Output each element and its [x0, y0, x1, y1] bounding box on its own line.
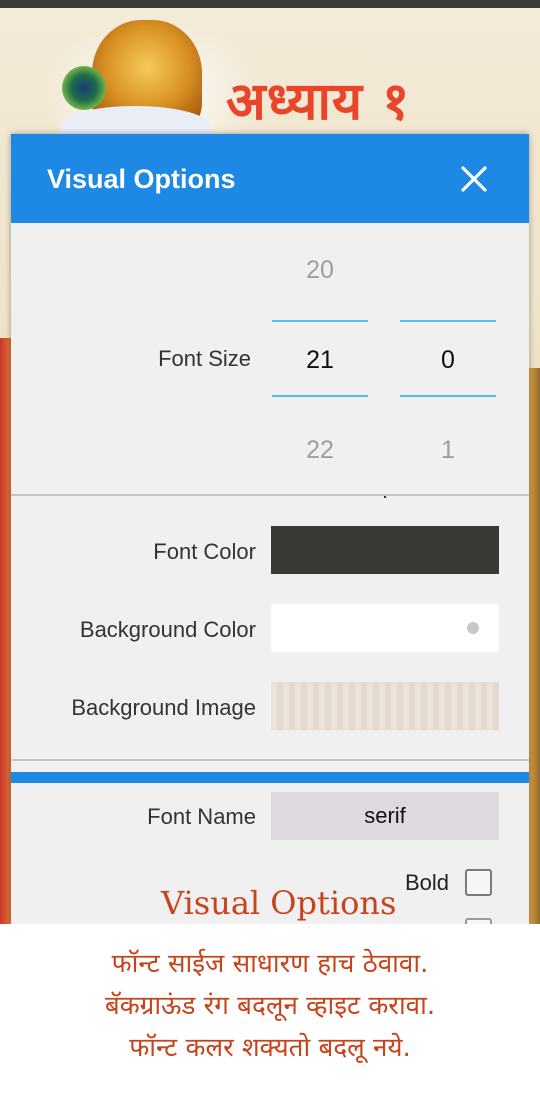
note-line: बॅकग्राऊंड रंग बदलून व्हाइट करावा.	[104, 991, 436, 1021]
background-image-swatch[interactable]	[271, 682, 499, 730]
close-button[interactable]	[457, 162, 491, 196]
bold-label: Bold	[405, 870, 450, 895]
overlay-caption: Visual Options	[161, 884, 397, 922]
background-edge-right	[529, 368, 540, 928]
status-bar	[0, 0, 540, 8]
font-color-swatch[interactable]	[271, 526, 499, 574]
color-indicator-dot	[467, 622, 479, 634]
font-size-integer-line-top	[272, 320, 368, 322]
font-size-label: Font Size	[158, 346, 251, 371]
font-size-fraction-line-top	[400, 320, 496, 322]
instruction-notes: फॉन्ट साईज साधारण हाच ठेवावा. बॅकग्राऊंड…	[0, 924, 540, 1107]
font-size-fraction-line-bottom	[400, 395, 496, 397]
font-size-integer-next[interactable]: 22	[272, 436, 368, 465]
background-image-label: Background Image	[71, 695, 256, 720]
section-divider	[11, 759, 529, 761]
font-size-fraction-next[interactable]: 1	[400, 436, 496, 465]
dialog-header: Visual Options	[11, 134, 529, 223]
peacock-feather-artwork	[62, 66, 106, 110]
font-color-label: Font Color	[153, 539, 256, 564]
note-line: फॉन्ट साईज साधारण हाच ठेवावा.	[111, 949, 429, 979]
accent-band	[11, 772, 529, 783]
dialog-title: Visual Options	[47, 164, 236, 194]
font-size-integer-line-bottom	[272, 395, 368, 397]
bold-checkbox[interactable]	[465, 869, 492, 896]
background-color-swatch[interactable]	[271, 604, 499, 652]
font-size-integer-picker[interactable]: 21	[272, 346, 368, 375]
section-divider	[11, 494, 529, 496]
font-size-decimal-separator: .	[382, 478, 389, 503]
visual-options-dialog: Visual Options Font Size 20 21 22 . 0 1 …	[11, 134, 529, 924]
font-size-integer-prev[interactable]: 20	[272, 256, 368, 285]
font-name-select[interactable]: serif	[271, 792, 499, 840]
note-line: फॉन्ट कलर शक्यतो बदलू नये.	[129, 1033, 411, 1063]
close-icon	[461, 166, 487, 192]
font-name-label: Font Name	[147, 804, 256, 829]
background-edge-left	[0, 338, 11, 932]
chapter-title: अध्याय १	[226, 71, 411, 132]
font-size-fraction-picker[interactable]: 0	[400, 346, 496, 375]
background-color-label: Background Color	[79, 617, 256, 642]
